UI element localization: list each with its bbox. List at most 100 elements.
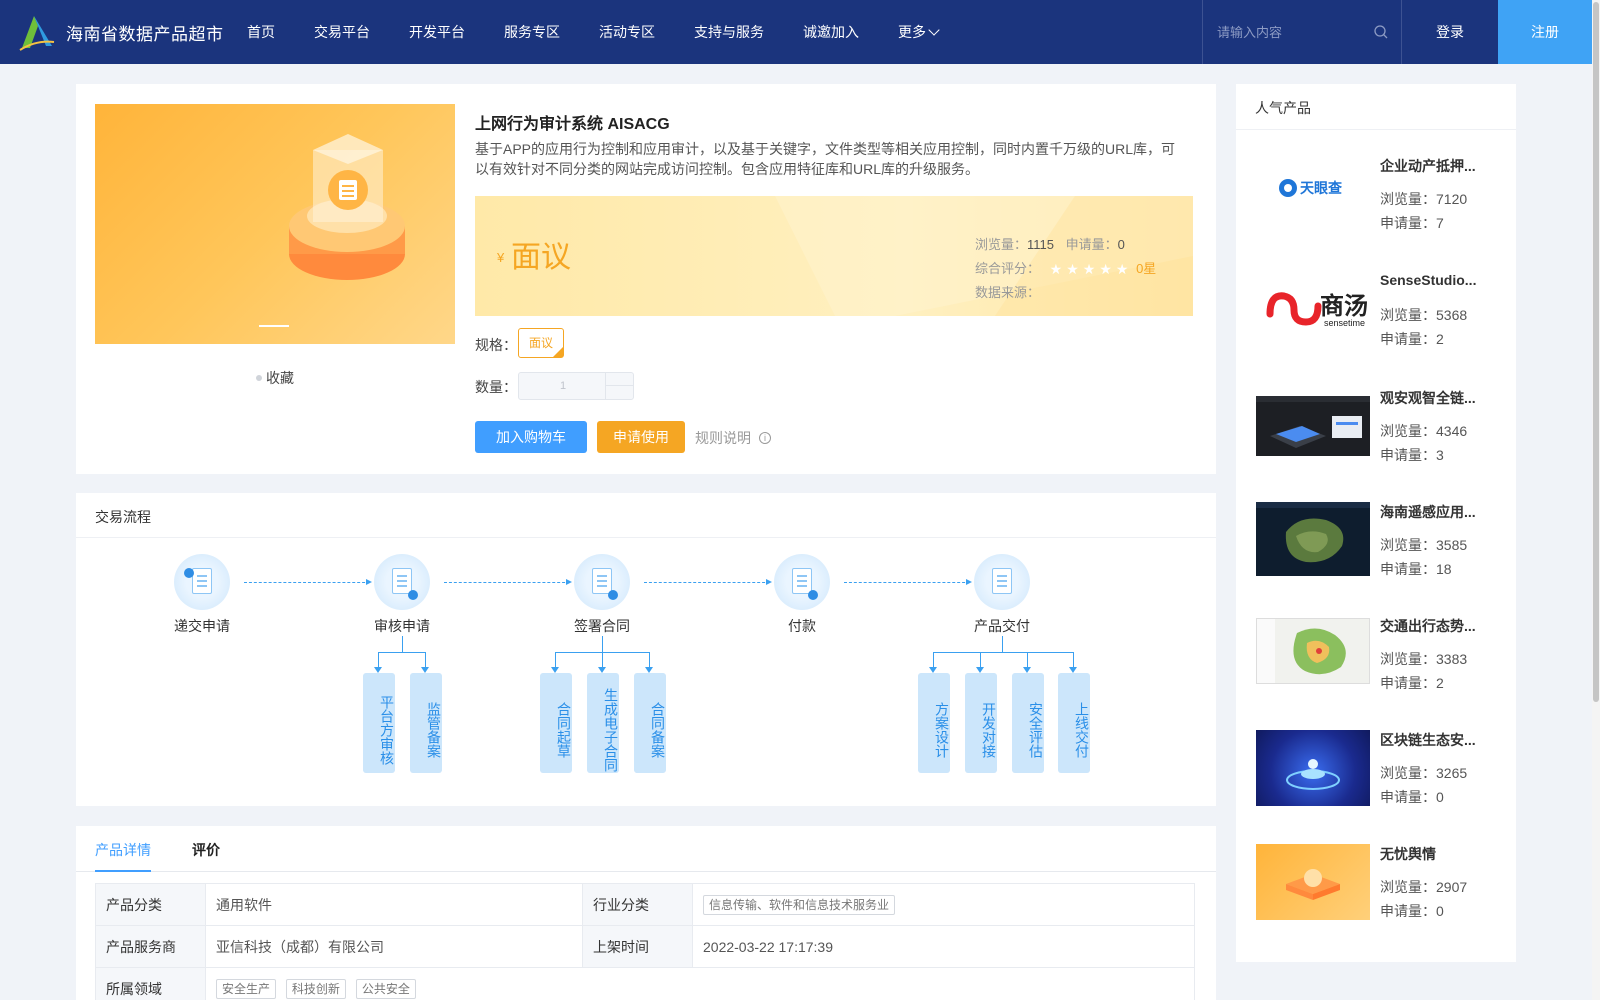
nav-dev-platform[interactable]: 开发平台 — [409, 0, 465, 64]
search-input[interactable] — [1217, 22, 1367, 42]
currency-symbol: ¥ — [497, 250, 505, 265]
page-scrollbar[interactable] — [1592, 0, 1600, 1000]
logo-subtext: sensetime — [1324, 318, 1366, 328]
popular-product-name: 观安观智全链... — [1380, 390, 1476, 406]
flow-step-label: 产品交付 — [974, 618, 1030, 634]
scrollbar-thumb[interactable] — [1593, 2, 1599, 702]
trade-flow-header: 交易流程 — [76, 493, 1216, 538]
login-button[interactable]: 登录 — [1402, 0, 1498, 64]
quantity-input[interactable] — [519, 373, 607, 399]
table-row: 产品服务商 亚信科技（成都）有限公司 上架时间 2022-03-22 17:17… — [95, 925, 1195, 968]
payment-icon — [774, 554, 830, 610]
flow-step-payment: 付款 — [757, 554, 847, 636]
branch-connector — [602, 652, 603, 668]
popular-products-title: 人气产品 — [1255, 100, 1311, 116]
product-thumbnail — [1256, 502, 1370, 576]
popular-product-item[interactable]: 观安观智全链... 浏览量：4346 申请量：3 — [1256, 388, 1506, 488]
product-illustration — [289, 134, 405, 280]
popular-product-applies: 申请量：2 — [1380, 675, 1444, 691]
main-nav: 首页 交易平台 开发平台 服务专区 活动专区 支持与服务 诚邀加入 更多 — [247, 0, 940, 64]
add-to-cart-button[interactable]: 加入购物车 — [475, 421, 587, 453]
table-row: 所属领域 安全生产 科技创新 公共安全 — [95, 967, 1195, 1000]
product-thumbnail — [1256, 730, 1370, 806]
rules-link[interactable]: 规则说明 i — [695, 428, 771, 448]
popular-product-applies: 申请量：2 — [1380, 331, 1444, 347]
branch-connector — [425, 652, 426, 668]
product-thumbnail — [1256, 844, 1370, 920]
product-delivery-icon — [974, 554, 1030, 610]
info-icon: i — [759, 432, 771, 444]
popular-product-item[interactable]: 海南遥感应用... 浏览量：3585 申请量：18 — [1256, 502, 1506, 602]
price-panel-decoration — [775, 196, 1193, 316]
popular-product-views: 浏览量：3265 — [1380, 765, 1468, 781]
search-icon[interactable] — [1373, 24, 1389, 40]
flow-step-review: 审核申请 — [357, 554, 447, 636]
product-detail-table: 产品分类 通用软件 行业分类 信息传输、软件和信息技术服务业 产品服务商 亚信科… — [95, 883, 1195, 1000]
sentiment-product-icon — [1286, 869, 1340, 900]
views-label: 浏览量： — [975, 237, 1028, 252]
table-value: 2022-03-22 17:17:39 — [692, 925, 1195, 968]
branch-connector — [933, 652, 1074, 653]
tab-product-detail[interactable]: 产品详情 — [95, 840, 151, 872]
nav-home[interactable]: 首页 — [247, 0, 275, 64]
popular-product-name: 交通出行态势... — [1380, 618, 1476, 634]
flow-step-label: 递交申请 — [174, 618, 230, 634]
site-title[interactable]: 海南省数据产品超市 — [66, 20, 224, 45]
selected-corner-icon — [553, 347, 563, 357]
popular-product-item[interactable]: 商汤 sensetime SenseStudio... 浏览量：5368 申请量… — [1256, 272, 1506, 372]
popular-product-views: 浏览量：3585 — [1380, 537, 1468, 553]
nav-service-zone[interactable]: 服务专区 — [504, 0, 560, 64]
product-card: 收藏 上网行为审计系统 AISACG 基于APP的应用行为控制和应用审计，以及基… — [76, 84, 1216, 474]
nav-support[interactable]: 支持与服务 — [694, 0, 764, 64]
nav-more[interactable]: 更多 — [898, 0, 940, 64]
product-title: 上网行为审计系统 AISACG — [475, 116, 670, 133]
table-key: 行业分类 — [582, 883, 693, 926]
nav-activity-zone[interactable]: 活动专区 — [599, 0, 655, 64]
popular-product-item[interactable]: 天眼查 企业动产抵押... 浏览量：7120 申请量：7 — [1256, 156, 1506, 256]
branch-connector — [602, 636, 603, 652]
product-thumbnail: 天眼查 — [1256, 164, 1370, 224]
popular-product-name: 无忧舆情 — [1380, 846, 1436, 862]
star-icon: ★ — [1049, 261, 1063, 278]
substep-dev-integration: 开发对接 — [965, 673, 997, 773]
flow-step-label: 付款 — [788, 618, 816, 634]
branch-connector — [402, 636, 403, 652]
chevron-down-icon — [928, 23, 940, 36]
popular-product-item[interactable]: 区块链生态安... 浏览量：3265 申请量：0 — [1256, 730, 1506, 830]
top-header: 海南省数据产品超市 首页 交易平台 开发平台 服务专区 活动专区 支持与服务 诚… — [0, 0, 1600, 64]
register-button[interactable]: 注册 — [1498, 0, 1592, 64]
search-box — [1202, 0, 1402, 64]
favorite-button[interactable]: 收藏 — [256, 368, 294, 388]
favorite-icon — [256, 375, 262, 381]
flow-step-label: 签署合同 — [574, 618, 630, 634]
flow-step-label: 审核申请 — [374, 618, 430, 634]
star-icon: ★ — [1099, 261, 1112, 278]
spec-option[interactable]: 面议 — [518, 328, 564, 358]
review-application-icon — [374, 554, 430, 610]
price-value: 面议 — [511, 241, 571, 274]
nav-join[interactable]: 诚邀加入 — [803, 0, 859, 64]
product-image[interactable] — [95, 104, 455, 344]
popular-product-applies: 申请量：0 — [1380, 903, 1444, 919]
substep-contract-draft: 合同起草 — [540, 673, 572, 773]
quantity-increase-button[interactable] — [605, 373, 633, 386]
rating-stat: 综合评分： ★ ★ ★ ★ ★ 0星 — [975, 258, 1156, 278]
popular-product-item[interactable]: 无忧舆情 浏览量：2907 申请量：0 — [1256, 844, 1506, 944]
popular-product-views: 浏览量：7120 — [1380, 191, 1468, 207]
tab-reviews[interactable]: 评价 — [192, 840, 220, 860]
popular-product-views: 浏览量：5368 — [1380, 307, 1468, 323]
quantity-decrease-button[interactable] — [605, 386, 633, 399]
table-value: 安全生产 科技创新 公共安全 — [205, 967, 1195, 1000]
nav-trading[interactable]: 交易平台 — [314, 0, 370, 64]
carousel-indicator[interactable] — [259, 325, 289, 327]
spec-option-label: 面议 — [528, 336, 553, 350]
nav-more-label: 更多 — [898, 24, 926, 40]
popular-product-applies: 申请量：0 — [1380, 789, 1444, 805]
site-logo-icon[interactable] — [18, 12, 56, 52]
table-value: 通用软件 — [205, 883, 583, 926]
substep-platform-review: 平台方审核 — [363, 673, 395, 773]
popular-product-name: 海南遥感应用... — [1380, 504, 1476, 520]
apply-use-button[interactable]: 申请使用 — [597, 421, 685, 453]
popular-product-item[interactable]: 交通出行态势... 浏览量：3383 申请量：2 — [1256, 616, 1506, 716]
star-icon: ★ — [1115, 261, 1129, 278]
